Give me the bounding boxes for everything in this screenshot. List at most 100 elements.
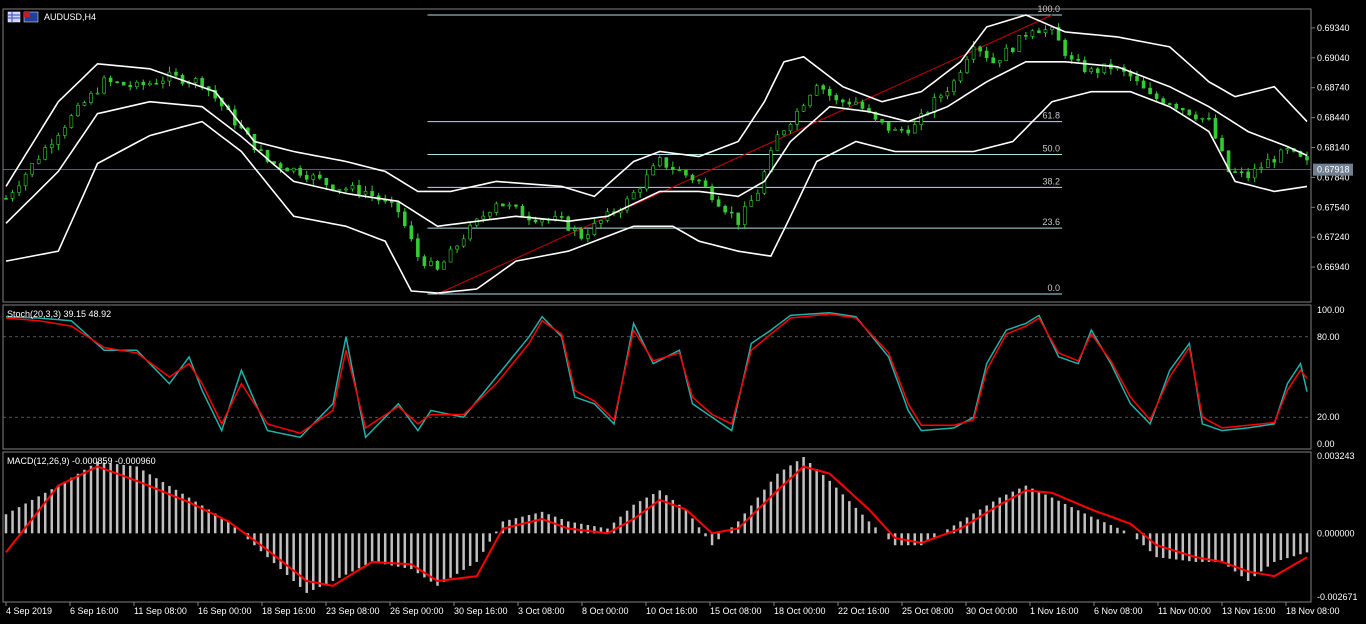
candle-body-24	[161, 80, 165, 84]
candle-body-19	[128, 84, 133, 87]
stoch-panel[interactable]	[2, 304, 1312, 450]
candle-body-122	[801, 105, 806, 112]
macd-tick-label-1: 0.000000	[1317, 528, 1355, 538]
candle-body-65	[429, 260, 433, 266]
price-tick-label-0: 0.69340	[1317, 23, 1350, 33]
candle-body-7	[49, 144, 54, 148]
candle-body-58	[383, 199, 387, 202]
candle-body-139	[912, 124, 917, 134]
candle-body-130	[854, 101, 858, 105]
candle-body-112	[736, 212, 741, 225]
candle-body-79	[520, 206, 525, 217]
candle-body-15	[102, 77, 106, 94]
candle-body-46	[304, 175, 309, 180]
y-axis: 0.693400.690400.687400.684400.681400.678…	[1311, 23, 1358, 602]
candle-body-0	[4, 198, 8, 200]
candle-body-126	[827, 88, 832, 96]
candle-body-55	[363, 191, 368, 195]
candle-body-48	[318, 174, 322, 179]
candle-body-90	[592, 223, 597, 235]
candle-body-13	[89, 92, 93, 103]
candle-body-67	[442, 261, 446, 270]
candle-body-75	[494, 203, 499, 213]
candle-body-22	[148, 82, 152, 86]
price-tick-label-2: 0.68740	[1317, 83, 1350, 93]
candle-body-128	[841, 99, 845, 103]
candle-body-106	[697, 179, 701, 182]
current-price-label: 0.67918	[1317, 165, 1350, 175]
price-tick-label-1: 0.69040	[1317, 53, 1350, 63]
candle-body-154	[1011, 47, 1015, 52]
candle-body-151	[991, 57, 995, 64]
price-panel[interactable]	[2, 8, 1312, 303]
x-tick-label-16: 1 Nov 16:00	[1030, 606, 1079, 616]
candle-body-53	[350, 185, 355, 190]
candle-body-8	[56, 135, 61, 145]
candle-body-3	[23, 173, 28, 187]
price-tick-label-8: 0.66940	[1317, 262, 1350, 272]
table-icon[interactable]	[7, 11, 21, 23]
candle-body-146	[958, 72, 963, 82]
candle-body-63	[416, 238, 420, 258]
macd-panel[interactable]	[2, 451, 1312, 603]
candle-body-180	[1180, 108, 1185, 111]
x-tick-label-2: 11 Sep 08:00	[134, 606, 187, 616]
candle-body-14	[95, 92, 100, 95]
candle-body-167	[1095, 68, 1100, 73]
candle-body-98	[644, 174, 649, 190]
candle-body-195	[1279, 149, 1283, 163]
candle-body-74	[487, 212, 492, 217]
candle-body-157	[1030, 30, 1035, 37]
candle-body-196	[1285, 148, 1290, 151]
candle-body-199	[1305, 156, 1309, 161]
x-tick-label-0: 4 Sep 2019	[6, 606, 52, 616]
candle-body-11	[76, 105, 80, 116]
chart-area[interactable]: 100.0 61.8 50.0 38.2 23.6 0.0 4 Sep 2019 6 Sep…	[0, 0, 1366, 624]
candle-body-127	[834, 95, 839, 101]
bollinger-upper	[5, 14, 1308, 198]
x-tick-label-17: 6 Nov 08:00	[1094, 606, 1143, 616]
candle-body-54	[357, 185, 361, 195]
candle-body-182	[1194, 114, 1198, 120]
x-tick-label-4: 18 Sep 16:00	[262, 606, 316, 616]
x-tick-label-9: 8 Oct 00:00	[582, 606, 629, 616]
candle-body-175	[1148, 87, 1152, 95]
candle-body-186	[1220, 137, 1224, 152]
candle-body-176	[1154, 93, 1159, 99]
x-tick-label-13: 22 Oct 16:00	[838, 606, 890, 616]
candle-body-144	[945, 91, 950, 97]
x-tick-label-8: 3 Oct 08:00	[518, 606, 565, 616]
candle-body-158	[1037, 30, 1041, 33]
price-tick-label-3: 0.68440	[1317, 113, 1350, 123]
candle-body-149	[978, 46, 982, 52]
candle-body-145	[952, 80, 956, 92]
candle-body-148	[971, 46, 976, 60]
candle-body-153	[1004, 47, 1009, 61]
candle-body-183	[1200, 117, 1205, 120]
candle-body-82	[540, 219, 544, 223]
candle-body-18	[121, 81, 126, 86]
x-tick-label-7: 30 Sep 16:00	[454, 606, 508, 616]
candle-body-137	[899, 129, 904, 131]
candle-body-56	[370, 191, 374, 197]
flag-icon[interactable]	[23, 11, 39, 23]
candle-body-16	[108, 77, 113, 83]
candle-body-177	[1161, 98, 1165, 104]
candle-body-147	[965, 58, 969, 73]
candle-body-51	[337, 189, 342, 191]
candle-body-70	[461, 238, 466, 247]
candle-body-103	[677, 169, 682, 171]
price-layer: 100.0 61.8 50.0 38.2 23.6 0.0	[3, 4, 1311, 295]
candle-body-26	[174, 71, 178, 76]
candle-body-104	[684, 170, 688, 176]
fib-label-4: 23.6	[1042, 217, 1060, 227]
candle-body-61	[402, 211, 407, 227]
candle-body-44	[291, 167, 296, 172]
candle-body-181	[1187, 109, 1192, 116]
stoch-series-0	[5, 311, 1308, 439]
candle-body-194	[1272, 159, 1277, 163]
candle-body-129	[847, 101, 852, 105]
candle-body-87	[572, 228, 577, 231]
candle-body-179	[1174, 103, 1179, 109]
candle-body-17	[115, 81, 119, 84]
